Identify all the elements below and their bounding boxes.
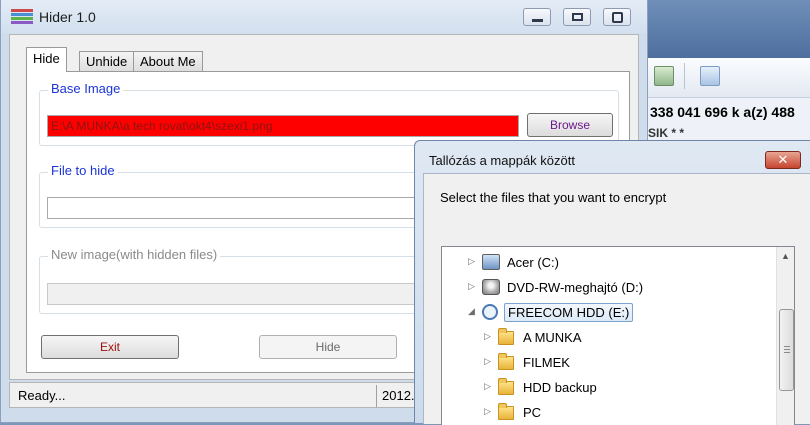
app-icon: [11, 9, 33, 25]
hider-titlebar[interactable]: Hider 1.0: [1, 0, 647, 34]
tree-item-label: PC: [523, 405, 542, 420]
dialog-prompt: Select the files that you want to encryp…: [440, 190, 667, 205]
scrollbar-thumb[interactable]: [779, 309, 794, 391]
base-image-group: Base Image E:\A MUNKA\a tech rovat\okt4\…: [39, 81, 619, 146]
window-title: Hider 1.0: [39, 9, 96, 25]
maximize-icon: [572, 13, 583, 21]
new-image-legend: New image(with hidden files): [48, 247, 221, 262]
tab-about-me[interactable]: About Me: [133, 51, 203, 71]
folder-icon: [498, 378, 514, 395]
tab-unhide[interactable]: Unhide: [79, 51, 135, 71]
expand-arrow-icon[interactable]: ▷: [484, 356, 491, 367]
background-sub-text: SIK * *: [648, 126, 685, 140]
status-text: Ready...: [18, 388, 66, 403]
exit-button[interactable]: Exit: [41, 335, 179, 359]
minimize-icon: [532, 19, 543, 22]
document-icon[interactable]: [700, 66, 720, 86]
close-icon: [612, 12, 623, 23]
windows-drive-icon: [482, 254, 500, 270]
scroll-up-arrow-icon[interactable]: ▲: [781, 251, 790, 261]
folder-icon: [498, 353, 514, 370]
folder-tree[interactable]: ▷ Acer (C:) ▷ DVD-RW-meghajtó (D:) ◢ FRE…: [441, 246, 795, 425]
tab-hide[interactable]: Hide: [26, 47, 67, 72]
dialog-title: Tallózás a mappák között: [429, 153, 575, 168]
base-image-field[interactable]: E:\A MUNKA\a tech rovat\okt4\szexi1.png: [47, 115, 519, 137]
file-to-hide-legend: File to hide: [48, 163, 118, 178]
folder-icon: [498, 328, 514, 345]
collapse-arrow-icon[interactable]: ◢: [468, 306, 475, 317]
toolbar-separator: [684, 63, 685, 89]
tree-scrollbar[interactable]: ▲: [776, 247, 794, 425]
expand-arrow-icon[interactable]: ▷: [484, 406, 491, 417]
refresh-icon[interactable]: [654, 66, 674, 86]
background-titlebar: [648, 0, 810, 58]
browse-folder-dialog: Tallózás a mappák között ✕ Select the fi…: [414, 140, 810, 425]
base-image-legend: Base Image: [48, 81, 124, 96]
tree-item-label: HDD backup: [523, 380, 597, 395]
minimize-button[interactable]: [523, 8, 551, 26]
tree-item-label: A MUNKA: [523, 330, 582, 345]
expand-arrow-icon[interactable]: ▷: [468, 256, 475, 267]
browse-button[interactable]: Browse: [527, 113, 613, 137]
external-drive-icon: [482, 304, 498, 320]
hide-button[interactable]: Hide: [259, 335, 397, 359]
tree-item-label: Acer (C:): [507, 255, 559, 270]
expand-arrow-icon[interactable]: ▷: [484, 381, 491, 392]
scrollbar-grip-icon: [784, 346, 790, 354]
expand-arrow-icon[interactable]: ▷: [484, 331, 491, 342]
tree-item-label: FILMEK: [523, 355, 570, 370]
expand-arrow-icon[interactable]: ▷: [468, 281, 475, 292]
close-button[interactable]: [603, 8, 631, 26]
folder-icon: [498, 403, 514, 420]
disk-info-text: 338 041 696 k a(z) 488: [650, 104, 795, 120]
tree-item-label: FREECOM HDD (E:): [504, 303, 634, 322]
maximize-button[interactable]: [563, 8, 591, 26]
tree-item-label: DVD-RW-meghajtó (D:): [507, 280, 644, 295]
dialog-close-button[interactable]: ✕: [765, 151, 801, 169]
dvd-drive-icon: [482, 279, 500, 295]
dialog-body: Select the files that you want to encryp…: [423, 173, 810, 425]
